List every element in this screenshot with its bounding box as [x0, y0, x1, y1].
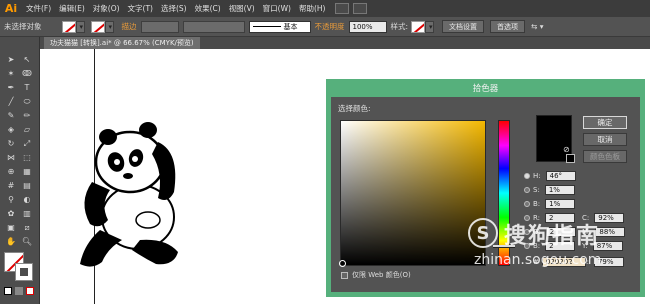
saturation-brightness-field[interactable]	[340, 120, 486, 266]
eyedropper-icon[interactable]: ⚲	[5, 194, 17, 205]
web-safe-swatch[interactable]	[566, 154, 575, 163]
menu-effect[interactable]: 效果(C)	[195, 3, 221, 14]
select-color-label: 选择颜色:	[338, 104, 371, 113]
free-transform-icon[interactable]: ⬚	[21, 152, 33, 163]
hue-row: H: 46°	[524, 171, 576, 181]
width-tool-icon[interactable]: ⋈	[5, 152, 17, 163]
variable-width-profile[interactable]	[182, 20, 245, 33]
graphic-style-dropdown[interactable]: ▾	[425, 20, 435, 33]
none-mode-icon[interactable]	[26, 287, 34, 295]
blob-brush-icon[interactable]: ◈	[5, 124, 17, 135]
fill-dropdown[interactable]: ▾	[75, 20, 85, 33]
menu-type[interactable]: 文字(T)	[128, 3, 153, 14]
mesh-tool-icon[interactable]: #	[5, 180, 17, 191]
watermark-brand: 搜狗指南	[504, 224, 601, 249]
brightness-radio[interactable]	[524, 201, 530, 207]
symbol-sprayer-icon[interactable]: ✿	[5, 208, 17, 219]
hue-label: H:	[533, 172, 541, 180]
web-colors-label: 仅限 Web 颜色(O)	[352, 271, 411, 279]
tools-panel: ➤ ↖ ✶ ↂ ✒ T ╱ ⬭ ✎ ✏ ◈ ▱ ↻ ⤢ ⋈ ⬚ ⊕ ▦ # ▤ …	[0, 37, 40, 304]
control-bar: 未选择对象 ▾ ▾ 描边 基本 不透明度 100% 样式: ▾ 文档设置 首选项…	[0, 17, 650, 37]
hue-radio[interactable]	[524, 173, 530, 179]
bridge-icon[interactable]	[335, 3, 350, 14]
hue-field[interactable]: 46°	[545, 171, 576, 181]
document-setup-button[interactable]: 文档设置	[442, 20, 485, 33]
menu-edit[interactable]: 编辑(E)	[59, 3, 85, 14]
rotate-tool-icon[interactable]: ↻	[5, 138, 17, 149]
saturation-field[interactable]: 1%	[544, 185, 575, 195]
stroke-color-icon[interactable]	[15, 263, 33, 281]
stroke-style-label: 基本	[283, 22, 298, 31]
pen-tool-icon[interactable]: ✒	[5, 82, 17, 93]
saturation-radio[interactable]	[524, 187, 530, 193]
stroke-swatch-dropdown[interactable]: ▾	[104, 20, 114, 33]
menu-object[interactable]: 对象(O)	[93, 3, 120, 14]
brightness-label: B:	[533, 200, 541, 208]
gradient-tool-icon[interactable]: ▤	[21, 180, 33, 191]
zoom-tool-icon[interactable]: 🔍︎	[21, 236, 33, 247]
column-graph-icon[interactable]: ▥	[21, 208, 33, 219]
paintbrush-icon[interactable]: ✎	[5, 110, 17, 121]
brightness-row: B: 1%	[524, 199, 576, 209]
opacity-field[interactable]: 100%	[348, 20, 387, 33]
line-tool-icon[interactable]: ╱	[5, 96, 17, 107]
app-logo: Ai	[4, 2, 18, 15]
gradient-mode-icon[interactable]	[15, 287, 23, 295]
saturation-row: S: 1%	[524, 185, 575, 195]
web-colors-checkbox-box[interactable]	[341, 271, 348, 279]
eraser-icon[interactable]: ▱	[21, 124, 33, 135]
menu-window[interactable]: 窗口(W)	[263, 3, 291, 14]
document-tab-bar: 功夫猫猫 [转换].ai* @ 66.67% (CMYK/预览)	[40, 37, 650, 49]
web-colors-only-checkbox[interactable]: 仅限 Web 颜色(O)	[341, 270, 411, 280]
arrange-documents-icon[interactable]	[353, 3, 368, 14]
preferences-button[interactable]: 首选项	[490, 20, 526, 33]
color-swatches-button[interactable]: 颜色色板	[583, 150, 627, 163]
slice-tool-icon[interactable]: ⧄	[21, 222, 33, 233]
color-mode-icon[interactable]	[4, 287, 12, 295]
ok-button[interactable]: 确定	[583, 116, 627, 129]
ellipse-tool-icon[interactable]: ⬭	[21, 96, 33, 107]
scale-tool-icon[interactable]: ⤢	[21, 138, 33, 149]
arrange-icon[interactable]: ⇆ ▾	[531, 22, 543, 31]
document-tab[interactable]: 功夫猫猫 [转换].ai* @ 66.67% (CMYK/预览)	[44, 37, 200, 49]
sogou-logo-icon: S	[468, 218, 498, 248]
style-label: 样式:	[390, 22, 409, 31]
menu-select[interactable]: 选择(S)	[161, 3, 187, 14]
fill-swatch[interactable]	[61, 20, 76, 33]
panda-illustration[interactable]	[70, 112, 200, 272]
opacity-label[interactable]: 不透明度	[315, 21, 345, 32]
brush-definition[interactable]: 基本	[248, 20, 311, 33]
direct-selection-tool-icon[interactable]: ↖	[21, 54, 33, 65]
no-selection-label: 未选择对象	[4, 22, 42, 31]
stroke-swatch[interactable]	[90, 20, 105, 33]
selection-tool-icon[interactable]: ➤	[5, 54, 17, 65]
brightness-field[interactable]: 1%	[545, 199, 576, 209]
menu-bar: Ai 文件(F) 编辑(E) 对象(O) 文字(T) 选择(S) 效果(C) 视…	[0, 0, 650, 17]
pencil-icon[interactable]: ✏	[21, 110, 33, 121]
watermark-url: zhinan.sogou.com	[474, 252, 602, 268]
color-field-cursor[interactable]	[339, 260, 346, 267]
stroke-label[interactable]: 描边	[122, 21, 137, 32]
dialog-title[interactable]: 拾色器	[326, 79, 645, 97]
menu-view[interactable]: 视图(V)	[229, 3, 255, 14]
lasso-icon[interactable]: ↂ	[21, 68, 33, 79]
cancel-button[interactable]: 取消	[583, 133, 627, 146]
sogou-watermark: S 搜狗指南 zhinan.sogou.com	[468, 216, 638, 276]
graphic-style-swatch[interactable]	[411, 20, 426, 33]
blend-tool-icon[interactable]: ◐	[21, 194, 33, 205]
type-tool-icon[interactable]: T	[21, 82, 33, 93]
shape-builder-icon[interactable]: ⊕	[5, 166, 17, 177]
saturation-label: S:	[533, 186, 540, 194]
menu-help[interactable]: 帮助(H)	[299, 3, 326, 14]
perspective-grid-icon[interactable]: ▦	[21, 166, 33, 177]
fill-stroke-widget[interactable]	[4, 252, 34, 281]
menu-file[interactable]: 文件(F)	[26, 3, 51, 14]
magic-wand-icon[interactable]: ✶	[5, 68, 17, 79]
artboard-tool-icon[interactable]: ▣	[5, 222, 17, 233]
stroke-weight-field[interactable]	[140, 20, 179, 33]
hand-tool-icon[interactable]: ✋	[5, 236, 17, 247]
